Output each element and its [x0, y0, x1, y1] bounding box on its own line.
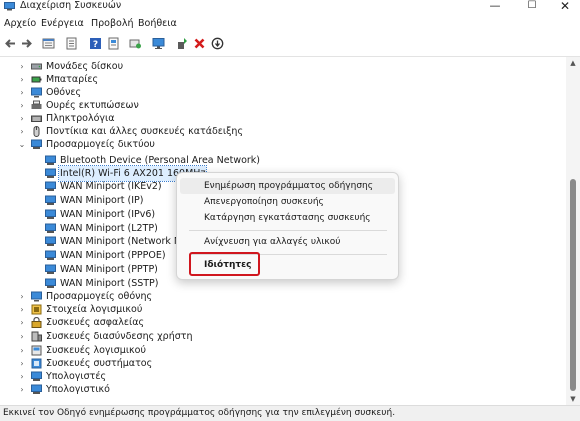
menu-bar: Αρχείο Ενέργεια Προβολή Βοήθεια: [0, 14, 580, 34]
expand-arrow-icon[interactable]: ›: [18, 315, 26, 330]
device-manager-icon: [4, 2, 15, 11]
menu-item-scan-hardware[interactable]: Ανίχνευση για αλλαγές υλικού: [180, 234, 395, 250]
tree-item-label: Προσαρμογείς δικτύου: [46, 139, 155, 150]
menu-item-disable-device[interactable]: Απενεργοποίηση συσκευής: [180, 194, 395, 210]
properties-icon[interactable]: [65, 37, 78, 50]
update-driver-icon[interactable]: [176, 37, 189, 50]
forward-arrow-icon[interactable]: [20, 37, 33, 50]
security-device-icon: [31, 317, 42, 328]
help-icon[interactable]: ?: [89, 37, 102, 50]
status-text: Εκκινεί τον Οδηγό ενημέρωσης προγράμματο…: [3, 408, 396, 418]
software-device-icon: [31, 345, 42, 356]
hid-icon: [31, 331, 42, 342]
close-button[interactable]: ✕: [545, 0, 580, 14]
disk-drive-icon: [31, 63, 42, 70]
tree-item-computer[interactable]: › Υπολογιστικό: [0, 382, 560, 397]
status-bar: Εκκινεί τον Οδηγό ενημέρωσης προγράμματο…: [0, 405, 580, 421]
highlight-annotation: [189, 252, 260, 276]
svg-text:?: ?: [93, 40, 98, 50]
menu-item-label: Ανίχνευση για αλλαγές υλικού: [204, 237, 341, 247]
expand-arrow-icon[interactable]: ›: [18, 382, 26, 397]
network-adapter-icon: [45, 209, 56, 219]
toolbar: ?: [0, 34, 580, 57]
network-adapter-icon: [45, 168, 56, 178]
tree-item-label: WAN Miniport (IKEv2): [60, 181, 162, 192]
tree-item-label: WAN Miniport (IP): [60, 195, 144, 206]
tree-item-label: Συσκευές διασύνδεσης χρήστη: [46, 331, 193, 342]
menu-action[interactable]: Ενέργεια: [41, 18, 84, 29]
network-adapter-icon: [45, 223, 56, 233]
vertical-scrollbar[interactable]: ▲ ▼: [566, 57, 580, 405]
tree-item-label: WAN Miniport (PPPOE): [60, 250, 166, 261]
network-adapter-icon: [45, 195, 56, 205]
tree-item-label: WAN Miniport (IPv6): [60, 209, 156, 220]
expand-arrow-icon[interactable]: ›: [18, 329, 26, 344]
monitor-icon: [31, 87, 42, 98]
tree-item-network-adapters[interactable]: ⌄ Προσαρμογείς δικτύου: [0, 137, 560, 152]
device-view-icon[interactable]: [42, 37, 55, 50]
tree-item-label: WAN Miniport (PPTP): [60, 264, 158, 275]
monitor-icon[interactable]: [152, 37, 165, 50]
resources-icon[interactable]: [107, 37, 120, 50]
menu-help[interactable]: Βοήθεια: [138, 18, 177, 29]
battery-icon: [31, 76, 42, 83]
title-bar: Διαχείριση Συσκευών — ☐ ✕: [0, 0, 580, 14]
network-adapter-icon: [45, 264, 56, 274]
display-adapter-icon: [31, 291, 42, 302]
network-adapter-icon: [45, 181, 56, 191]
menu-separator: [189, 230, 387, 231]
menu-item-uninstall-device[interactable]: Κατάργηση εγκατάστασης συσκευής: [180, 210, 395, 226]
tree-item-security-devices[interactable]: › Συσκευές ασφαλείας: [0, 315, 560, 330]
uninstall-icon[interactable]: [193, 37, 206, 50]
collapse-arrow-icon[interactable]: ⌄: [18, 137, 26, 152]
scan-hardware-icon[interactable]: [129, 37, 142, 50]
scroll-thumb[interactable]: [570, 179, 576, 391]
network-adapter-icon: [45, 278, 56, 288]
printer-icon: [31, 100, 42, 109]
keyboard-icon: [31, 115, 42, 122]
mouse-icon: [33, 126, 40, 137]
menu-item-label: Κατάργηση εγκατάστασης συσκευής: [204, 213, 371, 223]
menu-view[interactable]: Προβολή: [91, 18, 134, 29]
menu-item-update-driver[interactable]: Ενημέρωση προγράμματος οδήγησης: [180, 178, 395, 194]
menu-item-label: Απενεργοποίηση συσκευής: [204, 197, 324, 207]
scroll-up-arrow-icon[interactable]: ▲: [566, 57, 580, 69]
minimize-button[interactable]: —: [475, 0, 515, 14]
tree-item-hid[interactable]: › Συσκευές διασύνδεσης χρήστη: [0, 329, 560, 344]
computer-icon: [31, 384, 42, 394]
network-adapter-icon: [45, 236, 56, 246]
network-adapter-icon: [31, 139, 42, 149]
system-device-icon: [31, 358, 42, 369]
network-adapter-icon: [45, 250, 56, 260]
computer-icon: [31, 371, 42, 381]
software-component-icon: [31, 304, 42, 315]
back-arrow-icon[interactable]: [4, 37, 17, 50]
window-title: Διαχείριση Συσκευών: [20, 0, 122, 11]
network-adapter-icon: [45, 155, 56, 165]
tree-item-label: Υπολογιστικό: [46, 384, 110, 395]
menu-file[interactable]: Αρχείο: [4, 18, 36, 29]
scroll-down-arrow-icon[interactable]: ▼: [566, 393, 580, 405]
menu-item-label: Ενημέρωση προγράμματος οδήγησης: [204, 181, 374, 191]
disable-icon[interactable]: [211, 37, 224, 50]
tree-item-label: Συσκευές ασφαλείας: [46, 317, 145, 328]
